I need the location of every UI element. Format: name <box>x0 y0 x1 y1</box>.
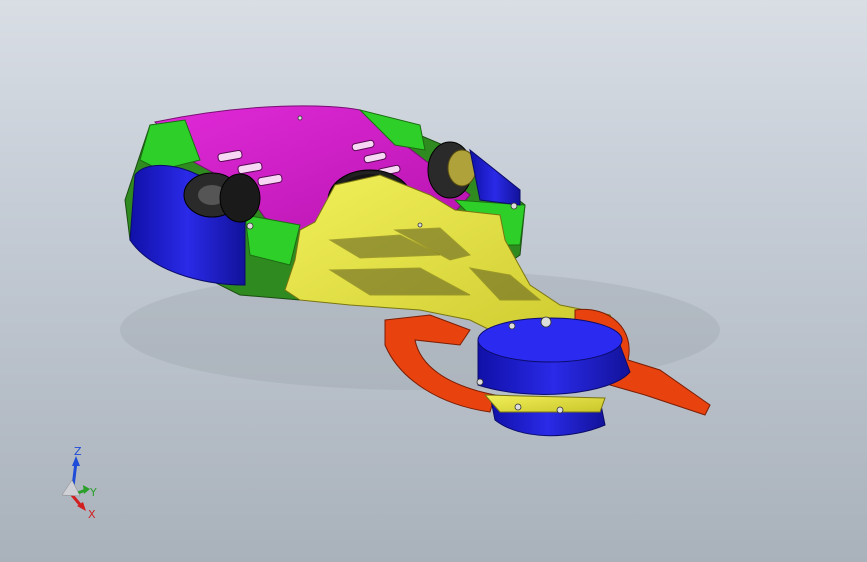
coordinate-triad: Z Y X <box>61 445 97 521</box>
lower-plate <box>483 394 606 413</box>
y-axis-label: Y <box>89 486 97 499</box>
robot-model[interactable] <box>0 0 867 562</box>
x-axis-label: X <box>88 508 96 521</box>
graphics-viewport[interactable]: Z Y X <box>0 0 867 562</box>
z-axis-label: Z <box>74 445 82 458</box>
